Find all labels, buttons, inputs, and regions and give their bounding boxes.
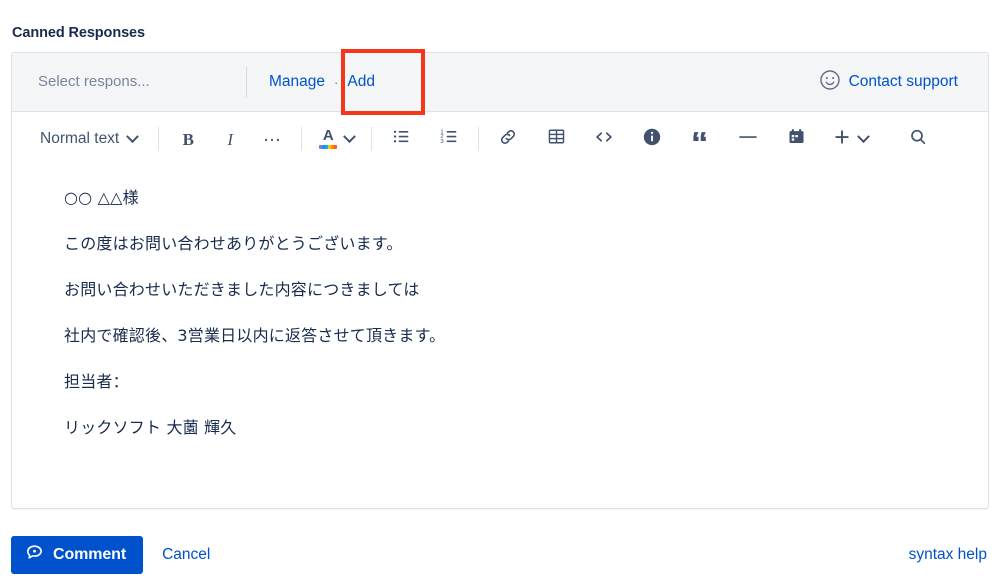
italic-icon: I [227,129,234,149]
speech-bubble-icon [25,543,44,567]
canned-responses-editor-page: Canned Responses Select respons... Manag… [0,0,1000,585]
more-formatting-button[interactable]: … [256,123,288,155]
document-line: ○○ △△様 [64,188,139,207]
syntax-help-link[interactable]: syntax help [909,546,989,564]
numbered-list-button[interactable]: 1 2 3 [433,123,465,155]
quote-icon [690,127,710,152]
svg-text:3: 3 [440,139,444,145]
search-icon [908,127,928,152]
toolbar-divider [158,127,160,151]
canned-response-select[interactable]: Select respons... [12,72,240,92]
numbered-list-icon: 1 2 3 [440,127,459,151]
toolbar-divider [301,127,303,151]
chevron-down-icon [343,129,357,143]
insert-more-button[interactable] [828,123,872,155]
smiley-face-icon [819,69,841,96]
horizontal-rule-button[interactable] [732,123,764,155]
link-button[interactable] [492,123,524,155]
comment-button[interactable]: Comment [11,536,144,574]
bold-icon: B [182,129,194,149]
comment-button-label: Comment [53,546,127,563]
bold-button[interactable]: B [172,123,204,155]
contact-support-label: Contact support [848,73,958,90]
link-icon [498,127,518,152]
page-title: Canned Responses [12,25,145,41]
chevron-down-icon [126,129,140,143]
cancel-link[interactable]: Cancel [162,546,210,564]
document-line: お問い合わせいただきました内容につきましては [64,280,420,299]
document-line: 社内で確認後、3営業日以内に返答させて頂きます。 [64,326,446,345]
toolbar-divider [478,127,480,151]
canned-response-actions: Manage · Add [247,73,375,91]
text-style-dropdown[interactable]: Normal text [30,123,145,155]
color-swatch-bar [319,145,338,149]
canned-responses-bar: Select respons... Manage · Add Contact s… [12,53,988,112]
code-button[interactable] [588,123,620,155]
quote-button[interactable] [684,123,716,155]
editor-footer: Comment Cancel syntax help [11,533,989,577]
text-color-icon: A [319,127,338,149]
find-replace-button[interactable] [902,123,934,155]
text-color-button[interactable]: A [315,123,358,155]
contact-support-link[interactable]: Contact support [819,69,972,96]
manage-responses-link[interactable]: Manage [269,73,325,91]
add-response-link[interactable]: Add [347,73,375,91]
document-line: リックソフト 大薗 輝久 [64,418,237,437]
text-color-letter: A [322,127,334,144]
editor-content-area[interactable]: ○○ △△様 この度はお問い合わせありがとうございます。 お問い合わせいただきま… [12,166,988,506]
calendar-icon [787,127,806,151]
info-circle-icon [642,127,662,152]
comment-editor: Select respons... Manage · Add Contact s… [11,52,989,509]
plus-icon [832,127,852,152]
link-separator-dot: · [334,74,339,90]
code-icon [594,127,614,152]
table-icon [547,127,566,151]
bullet-list-button[interactable] [385,123,417,155]
info-panel-button[interactable] [636,123,668,155]
text-style-label: Normal text [40,130,120,147]
document-line: この度はお問い合わせありがとうございます。 [64,234,403,253]
document-line: 担当者： [64,372,129,391]
formatting-toolbar: Normal text B I … A 1 2 3 [12,112,988,166]
date-button[interactable] [780,123,812,155]
horizontal-rule-icon [737,127,759,152]
italic-button[interactable]: I [214,123,246,155]
toolbar-divider [371,127,373,151]
table-button[interactable] [540,123,572,155]
ellipsis-icon: … [262,125,282,146]
bullet-list-icon [392,127,411,151]
chevron-down-icon [857,129,871,143]
